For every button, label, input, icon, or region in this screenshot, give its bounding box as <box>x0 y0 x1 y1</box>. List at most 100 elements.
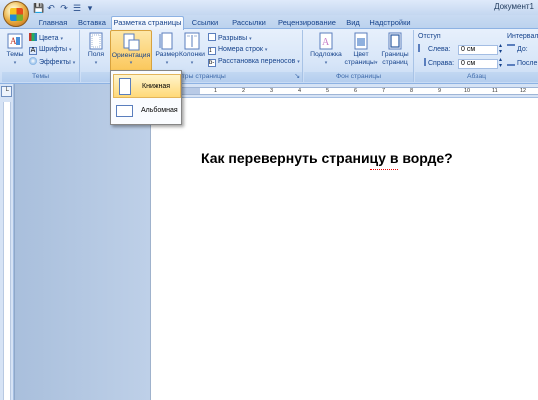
spacing-before-label: До: <box>507 44 528 55</box>
ruler-mark: 9 <box>438 88 442 94</box>
orientation-button[interactable]: Ориентация ▾ <box>110 30 152 72</box>
orientation-landscape-item[interactable]: Альбомная <box>113 99 181 123</box>
orientation-portrait-item[interactable]: Книжная <box>113 74 181 98</box>
tab-home[interactable]: Главная <box>34 17 72 29</box>
orientation-dropdown-icon: ▾ <box>129 60 133 66</box>
ruler-mark: 8 <box>410 88 414 94</box>
spacing-before-icon <box>507 44 515 52</box>
spacing-after-icon <box>507 58 515 66</box>
size-icon <box>159 32 173 50</box>
dialog-launcher-icon[interactable]: ↘ <box>294 72 300 82</box>
line-numbers-button[interactable]: 1 Номера строк ▾ <box>208 45 267 55</box>
group-label-page-background: Фон страницы <box>304 72 413 82</box>
indent-left-label: Слева: <box>418 44 451 55</box>
indent-left-spinner[interactable]: ▴ ▾ <box>499 43 502 55</box>
document-heading[interactable]: Как перевернуть страницу в ворде? <box>201 150 453 166</box>
title-bar: 💾 ↶ ↷ ☰ ▾ Документ1 <box>0 0 538 15</box>
ruler-mark: 12 <box>520 88 527 94</box>
indent-label: Отступ <box>418 33 441 40</box>
watermark-button[interactable]: A Подложка ▾ <box>308 32 344 67</box>
ruler-mark: 11 <box>492 88 498 94</box>
landscape-page-icon <box>116 105 133 117</box>
quick-access-toolbar: 💾 ↶ ↷ ☰ ▾ <box>33 2 95 13</box>
ruler-mark: 10 <box>464 88 471 94</box>
breaks-button[interactable]: Разрывы ▾ <box>208 33 252 44</box>
document-page[interactable]: Как перевернуть страницу в ворде? <box>150 98 538 400</box>
watermark-icon: A <box>319 32 333 50</box>
ribbon: A Темы ▾ Цвета ▾ A Шрифты ▾ Эффекты ▾ Темы… <box>0 29 538 84</box>
page-color-button[interactable]: Цвет страницы▾ <box>344 32 378 67</box>
margins-button[interactable]: Поля ▾ <box>84 32 108 67</box>
qat-dropdown-icon[interactable]: ▾ <box>85 3 95 13</box>
tab-selector-button[interactable]: └ <box>1 86 12 97</box>
hyphenation-icon: b- <box>208 59 216 67</box>
theme-fonts-button[interactable]: A Шрифты ▾ <box>29 45 72 55</box>
size-button[interactable]: Размер ▾ <box>155 32 179 67</box>
ruler-track <box>200 87 538 95</box>
list-icon[interactable]: ☰ <box>72 3 82 13</box>
ruler-mark: 7 <box>382 88 386 94</box>
svg-text:A: A <box>10 36 17 46</box>
tab-mailings[interactable]: Рассылки <box>229 17 269 29</box>
line-numbers-icon: 1 <box>208 47 216 55</box>
tab-references[interactable]: Ссылки <box>190 17 220 29</box>
svg-text:A: A <box>322 37 330 48</box>
group-page-background: A Подложка ▾ Цвет страницы▾ Границы страниц… <box>304 30 414 82</box>
group-themes: A Темы ▾ Цвета ▾ A Шрифты ▾ Эффекты ▾ Темы <box>2 30 80 82</box>
document-title: Документ1 <box>494 2 534 11</box>
hyphenation-button[interactable]: b- Расстановка переносов ▾ <box>208 57 300 67</box>
group-label-themes: Темы <box>2 72 79 82</box>
columns-icon <box>184 32 200 50</box>
indent-left-icon <box>418 44 426 52</box>
workspace-background <box>15 84 150 400</box>
page-color-icon <box>354 32 368 50</box>
indent-right-spinner[interactable]: ▴ ▾ <box>499 57 502 69</box>
orientation-menu: Книжная Альбомная <box>110 70 182 125</box>
ruler-mark: 5 <box>326 88 330 94</box>
ruler-mark: 2 <box>242 88 246 94</box>
margins-icon <box>89 32 103 50</box>
themes-button[interactable]: A Темы ▾ <box>4 32 26 67</box>
tab-review[interactable]: Рецензирование <box>276 17 338 29</box>
save-icon[interactable]: 💾 <box>33 3 44 13</box>
indent-right-label: Справа: <box>418 58 454 69</box>
office-button[interactable] <box>3 1 29 27</box>
spacing-label: Интервал <box>507 33 538 40</box>
orientation-label: Ориентация <box>111 52 151 59</box>
breaks-icon <box>208 33 216 41</box>
tab-addins[interactable]: Надстройки <box>368 17 412 29</box>
ruler-mark: 4 <box>298 88 302 94</box>
ruler-mark: 3 <box>270 88 274 94</box>
ruler-mark: 1 <box>214 88 218 94</box>
office-logo-icon <box>10 8 23 21</box>
columns-button[interactable]: Колонки ▾ <box>178 32 206 67</box>
page-borders-icon <box>388 32 402 50</box>
word-window: 💾 ↶ ↷ ☰ ▾ Документ1 Главная Вставка Разм… <box>0 0 538 400</box>
spacing-after-label: После <box>507 58 537 69</box>
theme-effects-button[interactable]: Эффекты ▾ <box>29 57 75 68</box>
group-label-paragraph: Абзац <box>415 72 538 82</box>
group-paragraph: Отступ Слева: 0 см Справа: 0 см ▴ ▾ ▴ ▾ Ин… <box>415 30 538 82</box>
indent-right-input[interactable]: 0 см <box>458 59 498 69</box>
undo-icon[interactable]: ↶ <box>46 3 56 13</box>
portrait-page-icon <box>119 78 131 95</box>
theme-colors-button[interactable]: Цвета ▾ <box>29 33 63 44</box>
tab-insert[interactable]: Вставка <box>74 17 110 29</box>
redo-icon[interactable]: ↷ <box>59 3 69 13</box>
vertical-ruler: └ <box>0 84 14 400</box>
horizontal-ruler[interactable]: 1 2 3 4 5 6 7 8 9 10 11 12 <box>150 84 538 98</box>
tab-view[interactable]: Вид <box>344 17 362 29</box>
effects-icon <box>29 57 37 65</box>
spellcheck-underline <box>370 168 398 170</box>
vertical-ruler-track[interactable] <box>3 102 11 400</box>
indent-left-input[interactable]: 0 см <box>458 45 498 55</box>
colors-icon <box>29 33 37 41</box>
page-borders-button[interactable]: Границы страниц <box>378 32 412 67</box>
themes-icon: A <box>7 33 23 49</box>
fonts-icon: A <box>29 47 37 55</box>
orientation-icon <box>123 33 140 51</box>
ribbon-tabs: Главная Вставка Разметка страницы Ссылки… <box>0 15 538 30</box>
tab-page-layout[interactable]: Разметка страницы <box>111 16 184 30</box>
ruler-mark: 6 <box>354 88 358 94</box>
indent-right-icon <box>418 58 426 66</box>
